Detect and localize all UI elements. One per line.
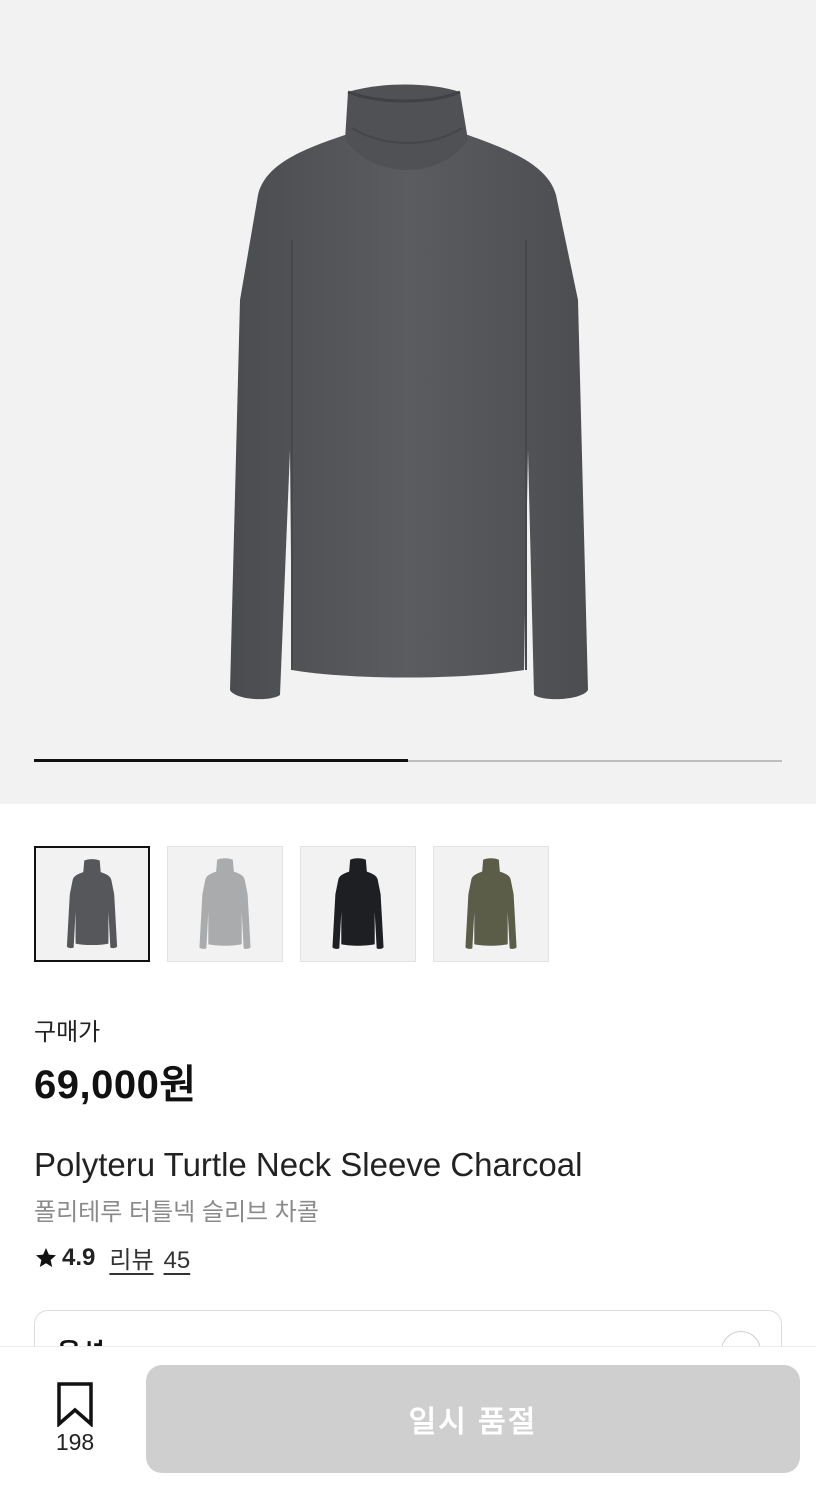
carousel-progress [34, 759, 782, 762]
color-thumbnail[interactable] [433, 846, 549, 962]
product-main-image [230, 84, 588, 700]
color-thumbnail[interactable] [34, 846, 150, 962]
price: 69,000원 [34, 1063, 197, 1107]
review-link[interactable]: 리뷰 45 [109, 1240, 190, 1275]
turtleneck-charcoal-image [66, 859, 118, 949]
price-label: 구매가 [34, 1019, 101, 1046]
bottom-action-bar: 198 일시 품절 [0, 1346, 816, 1500]
review-label: 리뷰 [109, 1247, 154, 1274]
color-thumbnails [34, 846, 549, 962]
soldout-button[interactable]: 일시 품절 [146, 1365, 800, 1473]
product-name-ko: 폴리테루 터틀넥 슬리브 차콜 [34, 1199, 319, 1226]
color-thumbnail[interactable] [300, 846, 416, 962]
star-icon [36, 1247, 56, 1267]
turtleneck-black-image [332, 858, 384, 949]
review-count: 45 [163, 1247, 191, 1274]
rating-row: 4.9 리뷰 45 [34, 1240, 190, 1275]
turtleneck-khaki-image [465, 858, 517, 949]
rating-score: 4.9 [62, 1243, 96, 1271]
bookmark-icon [57, 1382, 93, 1427]
bookmark-count: 198 [55, 1429, 95, 1455]
carousel-progress-fill [34, 759, 408, 762]
color-thumbnail[interactable] [167, 846, 283, 962]
bookmark-button[interactable]: 198 [40, 1381, 110, 1461]
product-image-carousel[interactable] [0, 0, 816, 804]
turtleneck-lightgray-image [199, 858, 251, 949]
product-name-en: Polyteru Turtle Neck Sleeve Charcoal [34, 1146, 583, 1183]
